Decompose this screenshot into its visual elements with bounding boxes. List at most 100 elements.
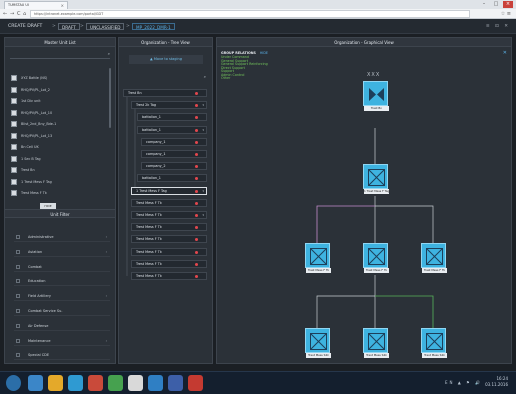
master-list-item[interactable]: Blist_2nd_Bny_Bde-1	[11, 120, 106, 128]
chrome-icon[interactable]	[128, 375, 143, 391]
breadcrumb-create-draft[interactable]: CREATE DRAFT	[5, 23, 45, 30]
org-node-mid[interactable]: 1 Trest Mess F Tag	[363, 164, 389, 194]
master-list-item[interactable]: 1 Sec B Tag	[11, 155, 106, 163]
filter-checkbox[interactable]	[16, 323, 20, 328]
chevron-right-icon[interactable]: ›	[106, 248, 107, 257]
tree-item[interactable]: Trest Mess F Tk ▾	[131, 211, 207, 219]
back-icon[interactable]: ←	[3, 10, 7, 18]
tree-item[interactable]: Trest Bn	[123, 89, 207, 97]
org-node-root[interactable]: Trest Bn	[363, 81, 389, 111]
filter-item[interactable]: Combat Service Su.	[14, 307, 110, 316]
browser-tab-bar: TUMSTAU UI × – □ ×	[0, 0, 516, 9]
filter-item[interactable]: Combat	[14, 263, 110, 272]
media-icon[interactable]	[88, 375, 103, 391]
tree-item[interactable]: company_2	[141, 162, 207, 171]
minimize-button[interactable]: –	[479, 1, 489, 8]
filter-item[interactable]: Air Defense	[14, 322, 110, 331]
org-node[interactable]: Trest Mess S4k	[421, 328, 447, 358]
org-node[interactable]: Trest Mess F Tk	[421, 243, 447, 273]
master-list-item-label: Trest Bn	[21, 168, 35, 172]
tree-item[interactable]: Trest Mess F Tk	[131, 247, 207, 256]
dropdown-icon[interactable]: ▾	[202, 127, 204, 133]
tree-item[interactable]: Trest Mess F Tk	[131, 235, 207, 244]
tree-item[interactable]: Trest 2k Tag ▾	[131, 101, 207, 110]
filter-checkbox[interactable]	[16, 338, 20, 343]
filter-item[interactable]: Maintenance ›	[14, 337, 110, 346]
chevron-right-icon[interactable]: ›	[106, 233, 107, 242]
search-icon[interactable]: ⌕	[108, 51, 110, 56]
scrollbar[interactable]	[109, 68, 111, 128]
ppt-icon[interactable]	[188, 375, 203, 391]
master-list-item-label: RHQ/PV/PL_Lot_13	[21, 133, 53, 138]
home-icon[interactable]: ⌂	[23, 10, 26, 18]
filter-item[interactable]: Field Artillery ›	[14, 292, 110, 302]
chevron-right-icon[interactable]: ›	[106, 337, 107, 346]
menu-icon[interactable]: ≡	[507, 11, 511, 17]
breadcrumb-classification[interactable]: UNCLASSIFIED	[86, 23, 125, 30]
url-input[interactable]: https://intranet.example.com/portal/GDT	[30, 10, 470, 18]
breadcrumb-document[interactable]: MP_2022_DMR-1	[132, 23, 175, 30]
master-list-item[interactable]: Bn Cell UK	[11, 143, 106, 151]
excel-icon[interactable]	[108, 375, 123, 391]
master-list-item[interactable]: RHQ/PV/PL_Lot_10	[11, 109, 106, 117]
master-list-item[interactable]: 1 Trest Mess F Tag	[11, 178, 106, 186]
master-list-item[interactable]: Trest Bn	[11, 166, 106, 174]
filter-checkbox[interactable]	[16, 249, 20, 254]
browser-menu-icons[interactable]: ☆ ≡	[501, 10, 511, 18]
master-search-input[interactable]: ⌕	[10, 51, 110, 59]
tree-item[interactable]: 1 Trest Mess F Tag ▾	[131, 186, 207, 195]
outlook-icon[interactable]	[168, 375, 183, 391]
tray-icons[interactable]: EN ▲ ⚑ 🔊	[445, 380, 482, 385]
filter-item[interactable]: Special CDE	[14, 351, 110, 361]
master-list-item[interactable]: Trest Mess F Tk	[11, 189, 106, 197]
bookmark-icon[interactable]: ☆	[501, 11, 505, 17]
unit-icon	[11, 178, 17, 185]
maximize-button[interactable]: □	[491, 1, 501, 8]
breadcrumb-draft[interactable]: DRAFT	[58, 23, 80, 30]
master-list-item[interactable]: RHQ/PV/PL_Lot_13	[11, 132, 106, 140]
org-node[interactable]: Trest Mess S4k	[363, 328, 389, 358]
master-list-item[interactable]: XYZ Battle (NS)	[11, 74, 106, 82]
org-node[interactable]: Trest Mess S4k	[305, 328, 331, 358]
filter-checkbox[interactable]	[16, 264, 20, 269]
clock[interactable]: 16:24 03.11.2016	[485, 376, 508, 388]
filter-item[interactable]: Administrative ›	[14, 233, 110, 242]
filter-item[interactable]: Aviation ›	[14, 248, 110, 257]
org-node[interactable]: Trest Mess F Tk	[305, 243, 331, 273]
filter-checkbox[interactable]	[16, 353, 20, 358]
filter-checkbox[interactable]	[16, 279, 20, 284]
filter-checkbox[interactable]	[16, 235, 20, 239]
tree-item[interactable]: battalion_1 ▾	[137, 125, 207, 134]
tree-item[interactable]: Trest Mess F Tk	[131, 259, 207, 268]
ie-icon[interactable]	[28, 375, 43, 391]
forward-icon[interactable]: →	[10, 10, 14, 18]
chevron-right-icon[interactable]: ›	[106, 292, 107, 301]
tab-close-icon[interactable]: ×	[61, 2, 64, 9]
dropdown-icon[interactable]: ▾	[202, 102, 204, 108]
tree-item[interactable]: company_1	[141, 150, 207, 158]
dropdown-icon[interactable]: ▾	[202, 212, 204, 218]
filter-checkbox[interactable]	[16, 309, 20, 313]
browser-tab[interactable]: TUMSTAU UI ×	[4, 1, 68, 9]
reload-icon[interactable]: C	[17, 10, 21, 18]
org-node[interactable]: Trest Mess F Tk	[363, 243, 389, 273]
start-icon[interactable]	[6, 375, 21, 391]
filter-item[interactable]: Education	[14, 277, 110, 287]
master-list-item[interactable]: RHQ/PV/PL_Lot_2	[11, 86, 106, 94]
app-icon[interactable]	[68, 375, 83, 391]
dropdown-icon[interactable]: ▾	[202, 188, 204, 194]
tree-item[interactable]: battalion_1	[137, 113, 207, 122]
toolbar-actions[interactable]: ≡ ⊡ ✕	[486, 23, 510, 30]
tree-item-label: battalion_1	[142, 127, 161, 132]
tree-item[interactable]: battalion_1	[137, 174, 207, 183]
tree-item[interactable]: company_1	[141, 137, 207, 146]
status-dot	[195, 92, 198, 95]
filter-checkbox[interactable]	[16, 294, 20, 299]
skype-icon[interactable]	[148, 375, 163, 391]
tree-item[interactable]: Trest Mess F Tk	[131, 198, 207, 207]
close-window-button[interactable]: ×	[503, 1, 513, 8]
tree-item[interactable]: Trest Mess F Tk	[131, 223, 207, 232]
master-list-item[interactable]: 1st Div unit	[11, 97, 106, 105]
tree-item[interactable]: Trest Mess F Tk	[131, 272, 207, 280]
explorer-icon[interactable]	[48, 375, 63, 391]
